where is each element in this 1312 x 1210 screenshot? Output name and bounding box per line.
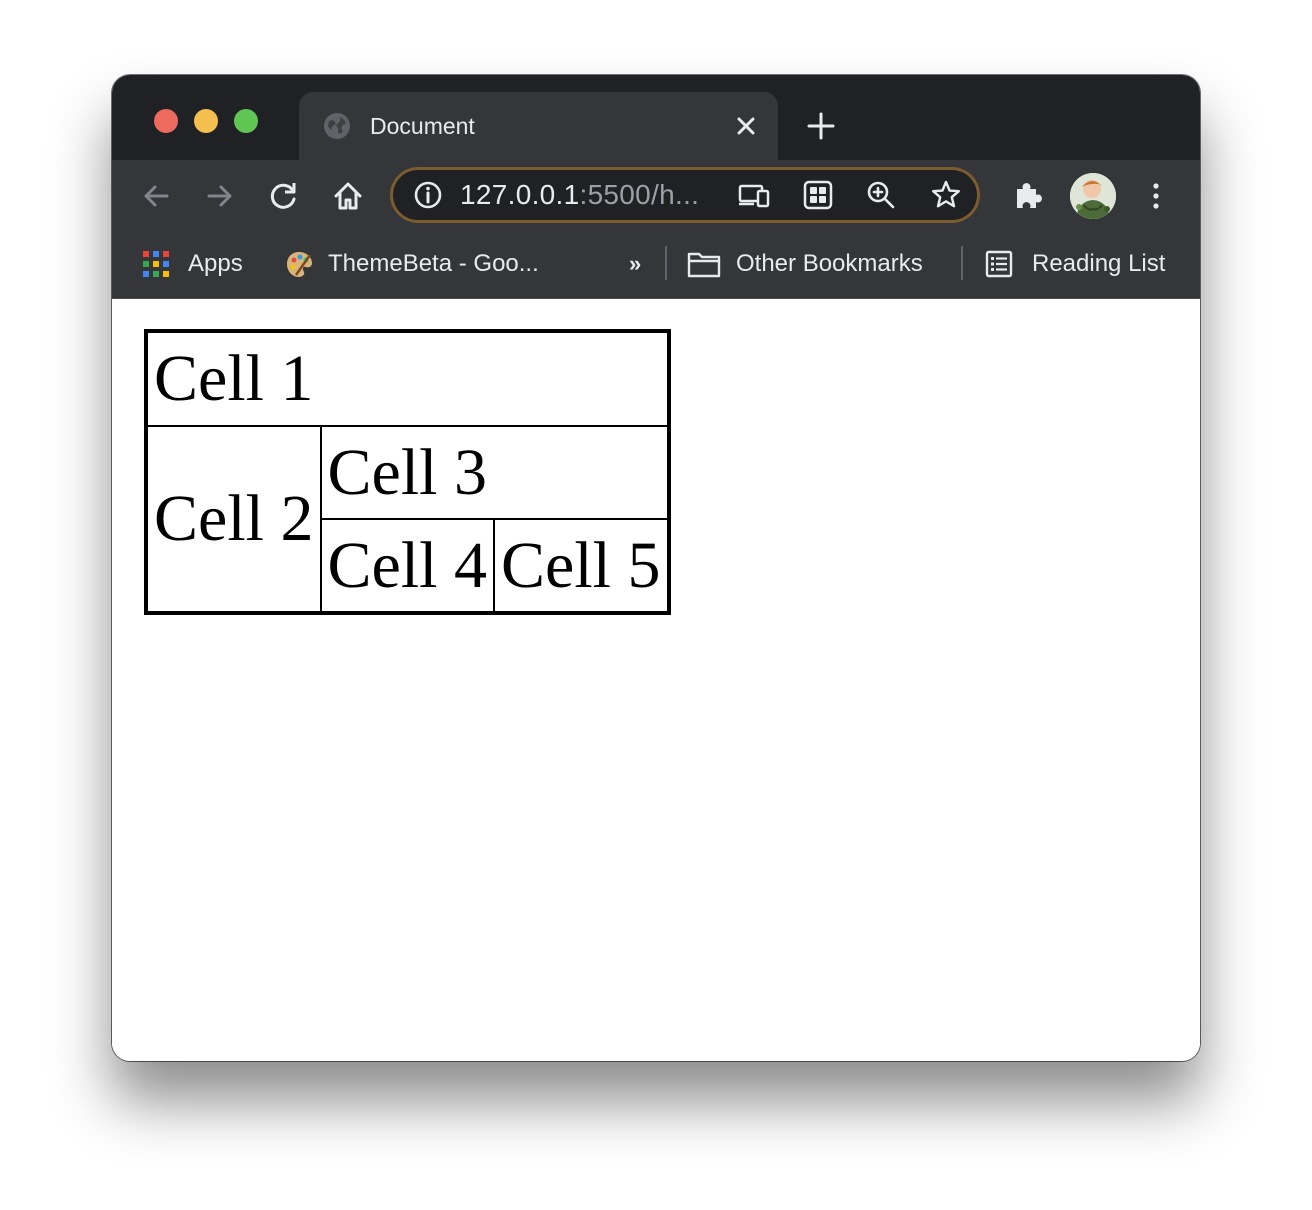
tab-document[interactable]: Document — [299, 92, 778, 160]
table-cell-2: Cell 2 — [147, 426, 321, 612]
browser-window: Document 127.0.0.1:5500/h... Apps ThemeB… — [112, 75, 1200, 1061]
address-bar[interactable]: 127.0.0.1:5500/h... — [390, 167, 980, 223]
close-icon[interactable] — [732, 112, 760, 140]
bookmark-other-bookmarks[interactable]: Other Bookmarks — [687, 248, 923, 280]
bookmark-other-label: Other Bookmarks — [736, 250, 923, 277]
bookmarks-separator-2 — [961, 246, 963, 280]
home-icon[interactable] — [331, 179, 365, 213]
title-bar: Document — [112, 75, 1200, 160]
zoom-window-button[interactable] — [234, 109, 258, 133]
overflow-chevron-icon: » — [629, 251, 642, 276]
bookmark-reading-list-label: Reading List — [1032, 250, 1166, 277]
url-path: :5500/h... — [579, 179, 700, 210]
more-vertical-icon[interactable] — [1139, 179, 1173, 213]
star-icon[interactable] — [929, 178, 963, 212]
bookmark-themebeta[interactable]: ThemeBeta - Goo... — [284, 248, 539, 280]
info-icon[interactable] — [411, 178, 445, 212]
minimize-window-button[interactable] — [194, 109, 218, 133]
extensions-puzzle-icon[interactable] — [1011, 179, 1045, 213]
table-cell-4: Cell 4 — [320, 519, 494, 612]
url-text[interactable]: 127.0.0.1:5500/h... — [460, 180, 699, 210]
bookmarks-bar: Apps ThemeBeta - Goo... » Other Bookmark… — [112, 232, 1200, 299]
url-host: 127.0.0.1 — [460, 179, 580, 210]
forward-arrow-icon[interactable] — [203, 179, 237, 213]
tab-search-icon[interactable] — [801, 178, 835, 212]
cast-devices-icon[interactable] — [737, 178, 771, 212]
reading-list-icon — [985, 250, 1013, 278]
profile-avatar[interactable] — [1070, 173, 1116, 219]
folder-icon — [687, 252, 721, 278]
back-arrow-icon[interactable] — [139, 179, 173, 213]
table-row: Cell 2 Cell 3 — [147, 426, 668, 612]
globe-icon — [324, 113, 350, 139]
table-cell-3: Cell 3 — [320, 426, 668, 519]
demo-table: Cell 1 Cell 2 Cell 3 Cell 4 Cell 5 — [144, 329, 671, 615]
page-content: Cell 1 Cell 2 Cell 3 Cell 4 Cell 5 — [112, 299, 1200, 1061]
bookmarks-separator — [665, 246, 667, 280]
tab-title: Document — [370, 113, 475, 139]
avatar-icon — [1070, 173, 1116, 219]
table-row: Cell 1 — [147, 332, 668, 426]
close-window-button[interactable] — [154, 109, 178, 133]
new-tab-plus-icon[interactable] — [806, 111, 836, 141]
table-cell-5: Cell 5 — [494, 519, 668, 612]
bookmark-reading-list[interactable]: Reading List — [985, 248, 1165, 280]
palette-icon — [287, 252, 312, 277]
bookmark-apps[interactable]: Apps — [142, 248, 243, 280]
table-cell-1: Cell 1 — [147, 332, 668, 426]
apps-grid-icon — [143, 251, 169, 277]
bookmark-apps-label: Apps — [188, 250, 243, 277]
browser-toolbar: 127.0.0.1:5500/h... — [112, 160, 1200, 232]
zoom-icon[interactable] — [864, 178, 898, 212]
bookmark-themebeta-label: ThemeBeta - Goo... — [328, 250, 539, 277]
reload-icon[interactable] — [267, 179, 301, 213]
bookmarks-overflow-button[interactable]: » — [629, 248, 641, 280]
